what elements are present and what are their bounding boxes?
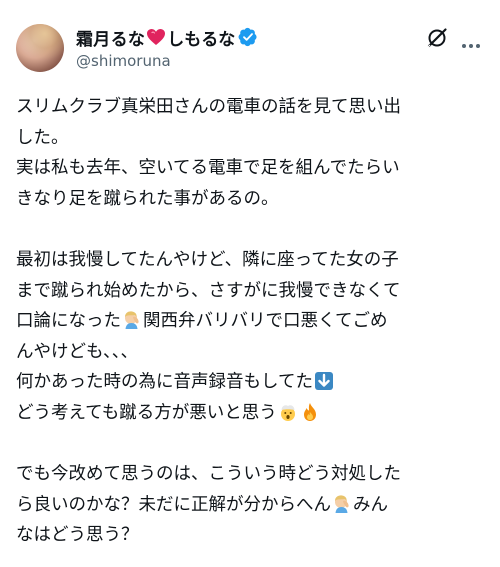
tweet-text: スリムクラブ真栄田さんの電車の話を見て思い出 した。 実は私も去年、空いてる電車…: [16, 92, 490, 567]
heart-icon: [146, 28, 166, 46]
tweet-header: 霜月るな しもるな @shimoruna: [0, 0, 500, 80]
avatar[interactable]: [16, 24, 64, 72]
verified-badge-icon: [238, 27, 258, 47]
tweet-paragraph: スリムクラブ真栄田さんの電車の話を見て思い出 した。 実は私も去年、空いてる電車…: [16, 92, 490, 214]
tweet-line: でも今改めて思うのは、こういう時どう対処した: [16, 464, 401, 485]
tweet-line: 口論になった: [16, 311, 121, 332]
tweet-line: 何かあった時の為に音声録音もしてた: [16, 372, 313, 393]
tweet-line: スリムクラブ真栄田さんの電車の話を見て思い出: [16, 97, 401, 117]
tweet-line: きなり足を蹴られた事があるの。: [16, 188, 279, 209]
author-handle[interactable]: @shimoruna: [76, 52, 171, 70]
fire-emoji-icon: [300, 402, 320, 422]
tweet-line: なはどう思う？: [16, 525, 139, 546]
tweet-line: 最初は我慢してたんやけど、隣に座ってた女の子: [16, 249, 399, 270]
tweet-line: どう考えても蹴る方が悪いと思う: [16, 402, 277, 423]
display-name[interactable]: 霜月るな: [76, 25, 145, 50]
tweet-paragraph: でも今改めて思うのは、こういう時どう対処した ら良いのかな？未だに正解が分からへ…: [16, 459, 490, 551]
display-name-suffix[interactable]: しもるな: [167, 25, 235, 50]
tweet-line: まで蹴られ始めたから、さすがに我慢できなくて: [16, 280, 401, 301]
exploding-head-emoji-icon: [278, 402, 298, 422]
tweet-line: 実は私も去年、空いてる電車で足を組んでたらい: [16, 158, 400, 179]
facepalm-emoji-icon: [332, 494, 352, 514]
tweet-line: んやけども、、、: [16, 341, 138, 362]
tweet-line: みん: [353, 494, 388, 515]
facepalm-emoji-icon: [122, 310, 142, 330]
tweet-line: ら良いのかな？未だに正解が分からへん: [16, 494, 331, 515]
tweet-line: した。: [16, 127, 69, 148]
down-arrow-emoji-icon: [314, 371, 334, 391]
grok-icon[interactable]: [426, 27, 448, 49]
more-icon[interactable]: [461, 34, 481, 48]
tweet-paragraph: 最初は我慢してたんやけど、隣に座ってた女の子 まで蹴られ始めたから、さすがに我慢…: [16, 245, 490, 429]
author-name-row[interactable]: 霜月るな しもるな: [76, 25, 258, 50]
tweet-line: 関西弁バリバリで口悪くてごめ: [143, 311, 388, 332]
tweet: 霜月るな しもるな @shimoruna スリムクラブ真栄田さんの電車の話を見て…: [0, 0, 500, 567]
